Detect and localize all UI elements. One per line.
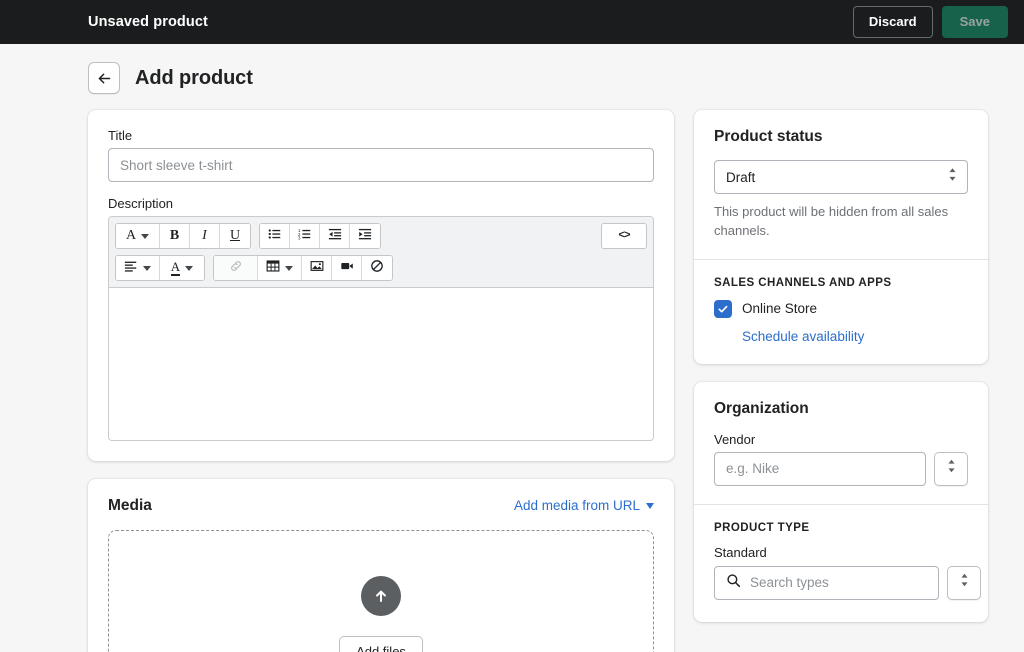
product-status-card: Product status Draft This product will b… xyxy=(694,110,988,364)
editor-toolbar: A B I U xyxy=(109,217,653,288)
side-column: Product status Draft This product will b… xyxy=(694,110,988,640)
page-title: Add product xyxy=(135,67,253,90)
main-column: Title Description A xyxy=(88,110,674,652)
standard-label: Standard xyxy=(714,545,968,560)
underline-icon: U xyxy=(230,228,240,244)
title-input[interactable] xyxy=(108,148,654,182)
media-card: Media Add media from URL Add files xyxy=(88,479,674,652)
text-format-group: A B I U xyxy=(115,223,251,249)
italic-icon: I xyxy=(202,228,207,244)
underline-button[interactable]: U xyxy=(220,224,250,248)
search-types-input[interactable] xyxy=(750,575,927,590)
editor-toolbar-row-2: A xyxy=(115,255,647,281)
insert-table-dropdown[interactable] xyxy=(258,256,302,280)
indent-button[interactable] xyxy=(350,224,380,248)
text-color-dropdown[interactable]: A xyxy=(160,256,204,280)
organization-title: Organization xyxy=(714,400,968,418)
arrow-left-icon xyxy=(96,70,113,87)
chevron-down-icon xyxy=(143,266,151,271)
search-types-field[interactable] xyxy=(714,566,939,600)
vendor-label: Vendor xyxy=(714,432,968,447)
add-media-from-url-link[interactable]: Add media from URL xyxy=(514,498,654,513)
save-button[interactable]: Save xyxy=(942,6,1008,38)
bold-button[interactable]: B xyxy=(160,224,190,248)
bulleted-list-button[interactable] xyxy=(260,224,290,248)
page-header: Add product xyxy=(0,44,1024,110)
search-icon xyxy=(726,573,741,593)
description-text-area[interactable] xyxy=(109,288,653,440)
media-title: Media xyxy=(108,497,152,515)
product-type-stepper-button[interactable] xyxy=(947,566,981,600)
image-icon xyxy=(310,259,324,278)
vendor-row xyxy=(714,452,968,486)
vendor-stepper-button[interactable] xyxy=(934,452,968,486)
add-files-button[interactable]: Add files xyxy=(339,636,423,652)
align-color-group: A xyxy=(115,255,205,281)
list-indent-group: 1 2 3 xyxy=(259,223,381,249)
description-editor: A B I U xyxy=(108,216,654,441)
align-left-icon xyxy=(124,259,138,278)
outdent-button[interactable] xyxy=(320,224,350,248)
video-icon xyxy=(340,259,354,278)
add-media-from-url-label: Add media from URL xyxy=(514,498,640,513)
product-type-heading: PRODUCT TYPE xyxy=(714,522,968,534)
align-dropdown[interactable] xyxy=(116,256,160,280)
chevron-down-icon xyxy=(646,503,654,509)
description-label: Description xyxy=(108,196,654,211)
font-style-dropdown[interactable]: A xyxy=(116,224,160,248)
product-status-value: Draft xyxy=(726,170,755,185)
insert-link-button[interactable] xyxy=(214,256,258,280)
product-details-card: Title Description A xyxy=(88,110,674,461)
font-style-icon: A xyxy=(126,228,136,244)
chevron-down-icon xyxy=(185,266,193,271)
product-status-caption: This product will be hidden from all sal… xyxy=(714,203,968,241)
text-color-icon: A xyxy=(171,260,180,276)
unsaved-status-title: Unsaved product xyxy=(88,14,208,30)
page-layout: Title Description A xyxy=(0,110,1024,652)
product-status-select-wrap: Draft xyxy=(714,160,968,194)
insert-group xyxy=(213,255,393,281)
show-html-button[interactable]: <> xyxy=(602,224,646,248)
online-store-label: Online Store xyxy=(742,301,817,316)
product-status-select[interactable]: Draft xyxy=(714,160,968,194)
code-icon: <> xyxy=(618,230,629,242)
online-store-checkbox[interactable] xyxy=(714,300,732,318)
clear-formatting-icon xyxy=(370,259,384,278)
html-group: <> xyxy=(601,223,647,249)
product-type-row xyxy=(714,566,968,600)
outdent-icon xyxy=(328,227,342,246)
bullet-list-icon xyxy=(268,227,282,246)
top-context-bar: Unsaved product Discard Save xyxy=(0,0,1024,44)
schedule-availability-link[interactable]: Schedule availability xyxy=(742,329,968,344)
editor-toolbar-row-1: A B I U xyxy=(115,223,647,249)
upload-arrow-icon xyxy=(361,576,401,616)
organization-card: Organization Vendor xyxy=(694,382,988,622)
media-header: Media Add media from URL xyxy=(108,497,654,515)
chevron-down-icon xyxy=(285,266,293,271)
product-status-title: Product status xyxy=(714,128,968,146)
insert-video-button[interactable] xyxy=(332,256,362,280)
table-icon xyxy=(266,259,280,278)
stepper-arrows-icon xyxy=(946,458,957,479)
italic-button[interactable]: I xyxy=(190,224,220,248)
numbered-list-icon: 1 2 3 xyxy=(298,227,312,246)
title-label: Title xyxy=(108,128,654,143)
insert-image-button[interactable] xyxy=(302,256,332,280)
topbar-actions: Discard Save xyxy=(853,6,1008,38)
discard-button[interactable]: Discard xyxy=(853,6,933,38)
media-dropzone[interactable]: Add files xyxy=(108,530,654,652)
bold-icon: B xyxy=(170,228,179,244)
sales-channels-heading: SALES CHANNELS AND APPS xyxy=(714,277,968,289)
back-button[interactable] xyxy=(88,62,120,94)
online-store-row[interactable]: Online Store xyxy=(714,300,968,318)
link-icon xyxy=(229,259,243,278)
vendor-input[interactable] xyxy=(714,452,926,486)
indent-icon xyxy=(358,227,372,246)
clear-formatting-button[interactable] xyxy=(362,256,392,280)
svg-text:3: 3 xyxy=(298,235,301,240)
chevron-down-icon xyxy=(141,234,149,239)
numbered-list-button[interactable]: 1 2 3 xyxy=(290,224,320,248)
stepper-arrows-icon xyxy=(959,572,970,593)
